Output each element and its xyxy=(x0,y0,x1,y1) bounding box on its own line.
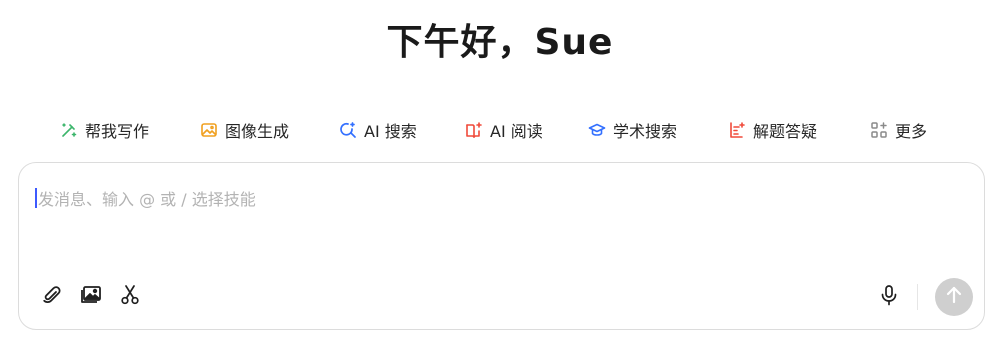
attach-file-button[interactable] xyxy=(39,284,65,310)
microphone-icon xyxy=(878,284,900,310)
image-upload-icon xyxy=(79,284,103,310)
toolbar-divider xyxy=(917,284,918,310)
skill-label: 图像生成 xyxy=(225,122,290,141)
message-input[interactable]: 发消息、输入 @ 或 / 选择技能 xyxy=(35,183,965,213)
pen-sparkle-icon xyxy=(60,121,78,139)
skill-problem-solving[interactable]: 解题答疑 xyxy=(728,115,817,145)
arrow-up-icon xyxy=(944,285,964,309)
skill-label: AI 搜索 xyxy=(364,122,417,141)
skill-more[interactable]: 更多 xyxy=(870,115,927,145)
grid-plus-icon xyxy=(870,121,888,139)
message-composer: 发消息、输入 @ 或 / 选择技能 xyxy=(18,162,985,330)
greeting-title: 下午好，Sue xyxy=(386,22,614,63)
voice-input-button[interactable] xyxy=(876,284,902,310)
graduation-cap-icon xyxy=(588,121,606,139)
scissors-icon xyxy=(119,284,141,310)
image-sparkle-icon xyxy=(200,121,218,139)
text-caret xyxy=(35,188,37,208)
search-sparkle-icon xyxy=(339,121,357,139)
image-upload-button[interactable] xyxy=(78,284,104,310)
skill-ai-reading[interactable]: AI 阅读 xyxy=(465,115,543,145)
screenshot-button[interactable] xyxy=(117,284,143,310)
skill-writing[interactable]: 帮我写作 xyxy=(60,115,149,145)
skill-label: 学术搜索 xyxy=(613,122,678,141)
skill-label: AI 阅读 xyxy=(490,122,543,141)
skill-ai-search[interactable]: AI 搜索 xyxy=(339,115,417,145)
problem-solving-icon xyxy=(728,121,746,139)
book-sparkle-icon xyxy=(465,121,483,139)
send-button[interactable] xyxy=(935,278,973,316)
skill-label: 解题答疑 xyxy=(753,122,818,141)
skill-label: 更多 xyxy=(895,122,928,141)
skill-bar: 帮我写作 图像生成 AI 搜索 AI 阅读 学术搜索 解题答疑 更多 xyxy=(0,115,1000,145)
skill-academic-search[interactable]: 学术搜索 xyxy=(588,115,677,145)
message-input-placeholder: 发消息、输入 @ 或 / 选择技能 xyxy=(38,190,256,209)
paperclip-icon xyxy=(41,284,63,310)
skill-image-generation[interactable]: 图像生成 xyxy=(200,115,289,145)
skill-label: 帮我写作 xyxy=(85,122,150,141)
